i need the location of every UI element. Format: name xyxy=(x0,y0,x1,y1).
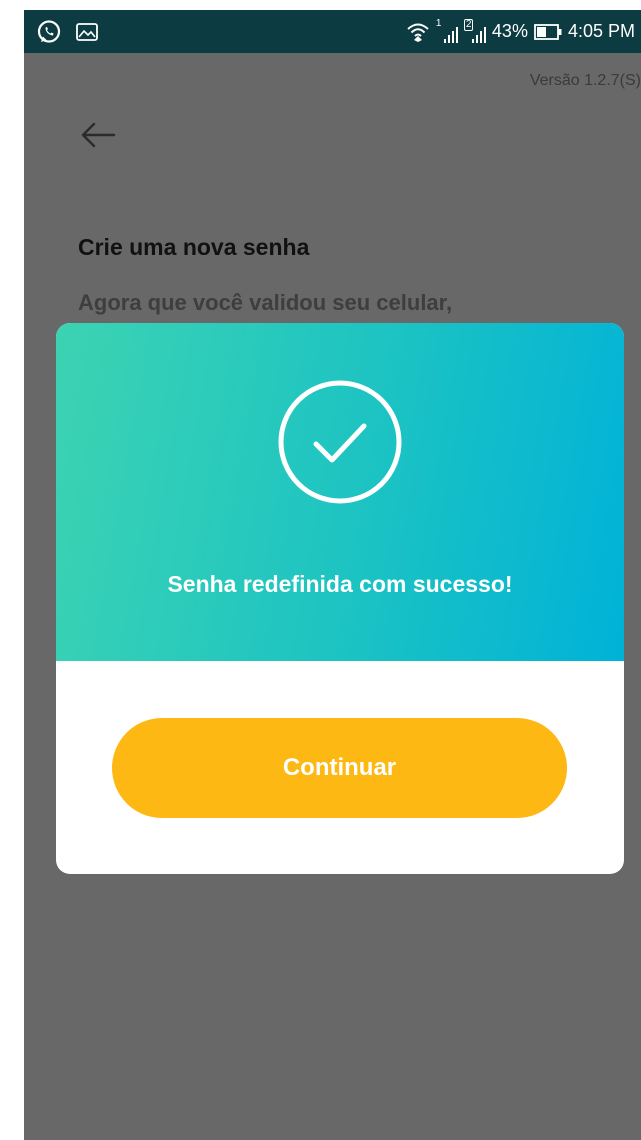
wifi-icon xyxy=(406,21,430,43)
success-message: Senha redefinida com sucesso! xyxy=(167,571,513,597)
sim1-signal: 1 xyxy=(435,17,458,43)
notification-icons xyxy=(36,18,98,46)
status-time: 4:05 PM xyxy=(567,21,635,41)
page-subtitle: Agora que você validou seu celular, xyxy=(78,290,453,315)
whatsapp-icon xyxy=(36,19,62,45)
check-circle-icon xyxy=(278,380,402,504)
back-arrow-icon xyxy=(81,122,116,148)
system-indicators: 1 2 43% 4:05 PM xyxy=(406,10,635,53)
back-button[interactable] xyxy=(80,122,116,153)
sim2-signal: 2 xyxy=(463,18,486,43)
battery-percent: 43% xyxy=(491,21,528,41)
success-dialog: Senha redefinida com sucesso! Continuar xyxy=(56,323,624,874)
app-version: Versão 1.2.7(S) xyxy=(529,72,641,89)
dialog-header: Senha redefinida com sucesso! xyxy=(56,323,624,661)
battery-icon xyxy=(534,23,562,40)
left-margin xyxy=(0,0,24,1140)
page-title: Crie uma nova senha xyxy=(78,234,310,260)
image-icon xyxy=(76,23,98,41)
sim1-label: 1 xyxy=(435,17,442,29)
continue-button[interactable]: Continuar xyxy=(112,718,567,818)
signal-icon xyxy=(471,26,486,43)
signal-icon xyxy=(443,26,458,43)
status-bar: 1 2 43% 4:05 PM xyxy=(24,10,641,53)
phone-screen: 1 2 43% 4:05 PM Versão 1.2.7(S) Crie uma… xyxy=(24,10,641,1140)
continue-button-label: Continuar xyxy=(282,754,397,781)
